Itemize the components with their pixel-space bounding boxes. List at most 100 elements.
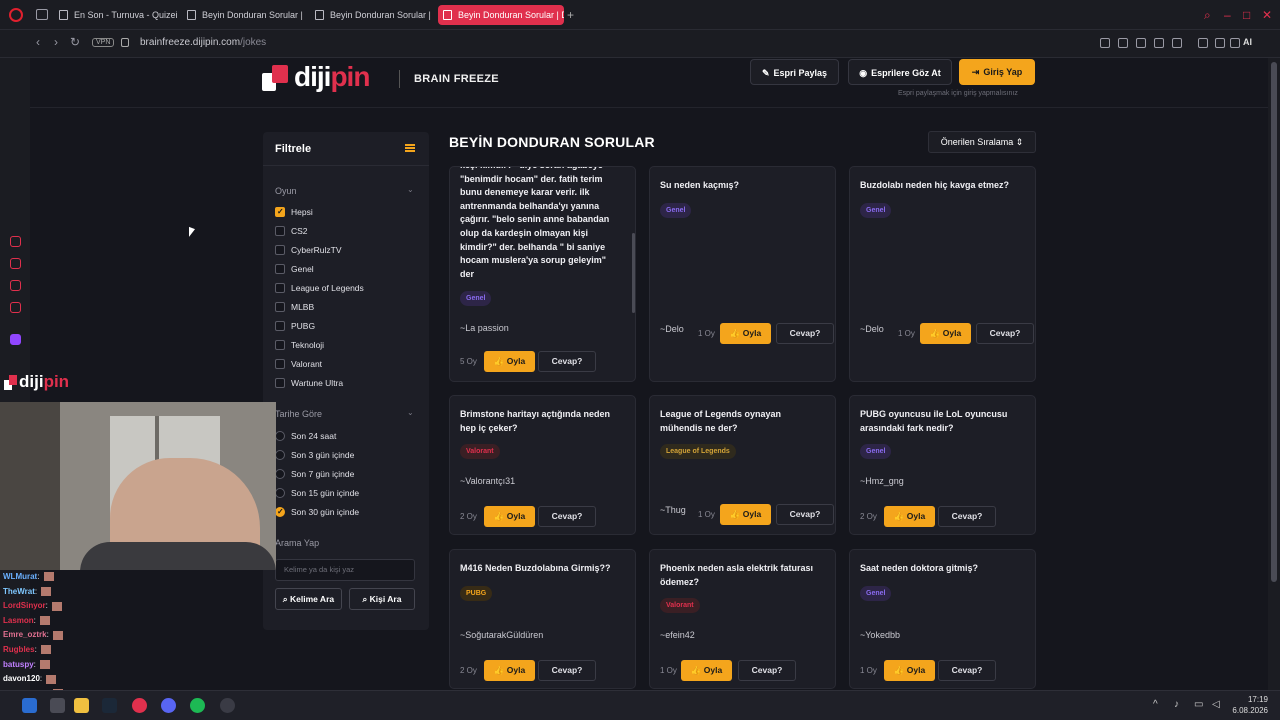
vote-button[interactable]: 👍 Oyla (884, 506, 935, 527)
checkbox[interactable] (275, 264, 285, 274)
reload-icon[interactable]: ↻ (70, 35, 80, 49)
pin-icon[interactable] (1100, 38, 1110, 48)
radio-button[interactable] (275, 431, 285, 441)
reply-button[interactable]: Cevap? (776, 323, 834, 344)
reply-button[interactable]: Cevap? (538, 351, 596, 372)
category-badge[interactable]: Valorant (660, 598, 700, 613)
microphone-icon[interactable]: ♪ (1174, 699, 1179, 710)
scrollbar-thumb[interactable] (1271, 62, 1277, 582)
joke-author[interactable]: ~La passion (460, 323, 509, 333)
vote-button[interactable]: 👍 Oyla (484, 351, 535, 372)
joke-author[interactable]: ~Delo (660, 324, 684, 334)
browser-tab[interactable]: En Son - Turnuva - Quizei (54, 5, 178, 25)
joke-author[interactable]: ~efein42 (660, 630, 695, 640)
reply-button[interactable]: Cevap? (538, 506, 596, 527)
vote-button[interactable]: 👍 Oyla (720, 323, 771, 344)
word-search-button[interactable]: ⌕ Kelime Ara (275, 588, 342, 610)
category-badge[interactable]: Valorant (460, 444, 500, 459)
bag-icon[interactable] (10, 258, 21, 269)
music-icon[interactable] (10, 302, 21, 313)
joke-author[interactable]: ~SoğutarakGüldüren (460, 630, 543, 640)
task-view-icon[interactable] (50, 698, 65, 713)
discord-icon[interactable] (161, 698, 176, 713)
vpn-badge[interactable]: VPN (92, 38, 115, 47)
game-section-title[interactable]: Oyun (275, 186, 297, 196)
clock[interactable]: 17:19 6.08.2026 (1232, 694, 1268, 716)
radio-button[interactable] (275, 450, 285, 460)
tab-islands-icon[interactable] (36, 9, 48, 20)
network-icon[interactable]: ▭ (1194, 699, 1203, 710)
browser-tab[interactable]: Beyin Donduran Sorular | D (310, 5, 434, 25)
reply-button[interactable]: Cevap? (938, 506, 996, 527)
category-badge[interactable]: League of Legends (660, 444, 736, 459)
checkbox[interactable] (275, 359, 285, 369)
joke-author[interactable]: ~Yokedbb (860, 630, 900, 640)
snapshot-icon[interactable] (1118, 38, 1128, 48)
checkbox[interactable] (275, 226, 285, 236)
category-badge[interactable]: Genel (860, 203, 892, 218)
checkbox[interactable] (275, 302, 285, 312)
app-icon[interactable] (220, 698, 235, 713)
vote-button[interactable]: 👍 Oyla (681, 660, 732, 681)
page-scrollbar[interactable] (1268, 58, 1280, 690)
chevron-down-icon[interactable]: ⌄ (407, 408, 414, 417)
start-icon[interactable] (22, 698, 37, 713)
date-section-title[interactable]: Tarihe Göre (275, 409, 322, 419)
opera-logo-icon[interactable] (9, 8, 23, 22)
twitch-icon[interactable] (10, 334, 21, 345)
heart-icon[interactable] (1172, 38, 1182, 48)
checkbox[interactable] (275, 283, 285, 293)
reply-button[interactable]: Cevap? (976, 323, 1034, 344)
checkbox[interactable] (275, 378, 285, 388)
tools-icon[interactable] (1230, 38, 1240, 48)
reply-button[interactable]: Cevap? (538, 660, 596, 681)
close-icon[interactable]: ✕ (1262, 8, 1272, 22)
category-badge[interactable]: Genel (460, 291, 492, 306)
radio-button[interactable] (275, 506, 285, 518)
checkbox[interactable] (275, 321, 285, 331)
card-scrollbar[interactable] (632, 233, 635, 313)
adblock-icon[interactable] (1136, 38, 1146, 48)
steam-icon[interactable] (102, 698, 117, 713)
sort-dropdown[interactable]: Önerilen Sıralama ⇕ (928, 131, 1036, 153)
browser-tab[interactable]: Beyin Donduran Sorular | D (182, 5, 306, 25)
forward-icon[interactable]: › (54, 35, 58, 49)
file-explorer-icon[interactable] (74, 698, 89, 713)
tray-chevron-icon[interactable]: ^ (1153, 699, 1158, 710)
download-icon[interactable] (1215, 38, 1225, 48)
reply-button[interactable]: Cevap? (738, 660, 796, 681)
vote-button[interactable]: 👍 Oyla (720, 504, 771, 525)
opera-taskbar-icon[interactable] (132, 698, 147, 713)
category-badge[interactable]: Genel (860, 444, 892, 459)
joke-author[interactable]: ~Delo (860, 324, 884, 334)
login-button[interactable]: ⇥ Giriş Yap (959, 59, 1035, 85)
joke-author[interactable]: ~Hmz_gng (860, 476, 904, 486)
browse-jokes-button[interactable]: ◉ Esprilere Göz At (848, 59, 952, 85)
person-search-button[interactable]: ⌕ Kişi Ara (349, 588, 415, 610)
vote-button[interactable]: 👍 Oyla (920, 323, 971, 344)
category-badge[interactable]: Genel (860, 586, 892, 601)
volume-icon[interactable]: ◁ (1212, 699, 1220, 710)
category-badge[interactable]: PUBG (460, 586, 493, 601)
spotify-icon[interactable] (190, 698, 205, 713)
browser-tab-active[interactable]: Beyin Donduran Sorular | D (438, 5, 564, 25)
minimize-icon[interactable]: – (1224, 8, 1231, 22)
back-icon[interactable]: ‹ (36, 35, 40, 49)
reply-button[interactable]: Cevap? (938, 660, 996, 681)
new-tab-plus-icon[interactable]: + (567, 8, 574, 22)
url-field[interactable]: brainfreeze.dijipin.com/jokes (140, 37, 266, 48)
radio-button[interactable] (275, 469, 285, 479)
checkbox[interactable] (275, 245, 285, 255)
joke-author[interactable]: ~Valorantçı31 (460, 476, 515, 486)
vote-button[interactable]: 👍 Oyla (484, 506, 535, 527)
vote-button[interactable]: 👍 Oyla (884, 660, 935, 681)
history-icon[interactable] (10, 236, 21, 247)
vote-button[interactable]: 👍 Oyla (484, 660, 535, 681)
lock-icon[interactable] (121, 38, 129, 47)
joke-author[interactable]: ~Thug (660, 505, 686, 515)
player-icon[interactable] (1154, 38, 1164, 48)
menu-icon[interactable] (405, 144, 415, 152)
reply-button[interactable]: Cevap? (776, 504, 834, 525)
account-icon[interactable] (1198, 38, 1208, 48)
maximize-icon[interactable]: □ (1243, 8, 1250, 22)
